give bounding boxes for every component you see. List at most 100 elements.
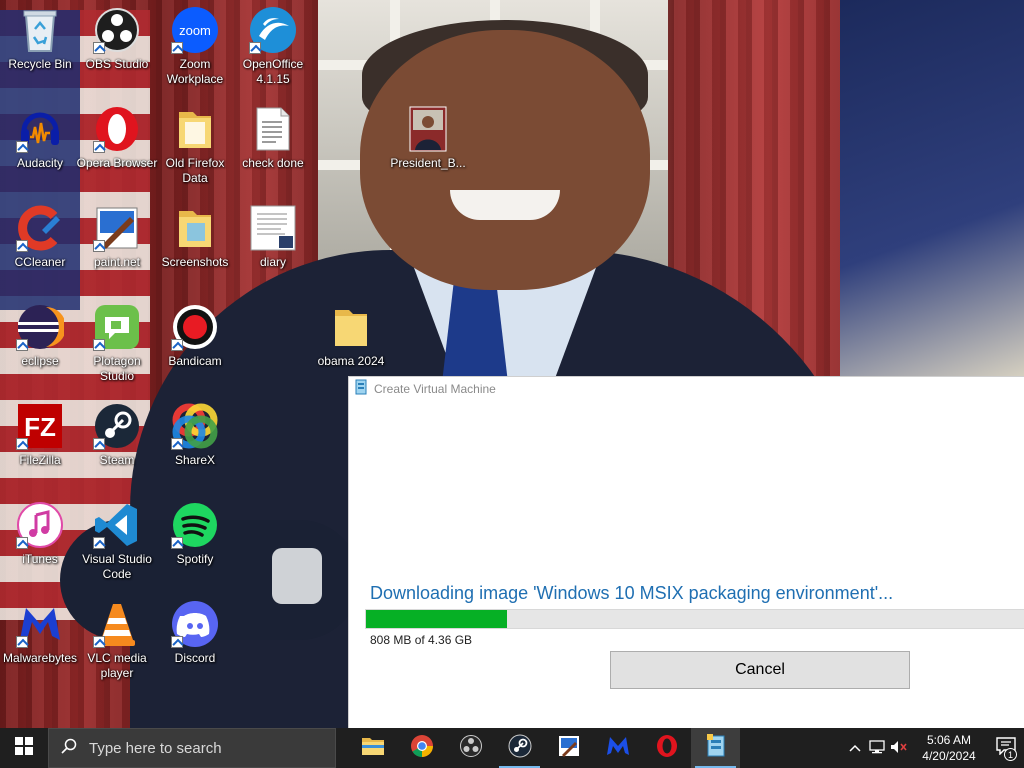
desktop-icon-label: Spotify — [176, 552, 214, 566]
desktop-icon-vscode[interactable]: Visual Studio Code — [77, 501, 157, 582]
recycle-bin-icon — [16, 6, 64, 54]
taskbar-paintnet[interactable] — [544, 728, 593, 768]
search-icon — [61, 738, 77, 758]
hyperv-icon — [355, 379, 367, 399]
desktop-icon-vlc[interactable]: VLC media player — [77, 600, 157, 681]
document-icon — [249, 204, 297, 252]
taskbar-clock[interactable]: 5:06 AM 4/20/2024 — [910, 732, 988, 764]
taskbar-search-box[interactable]: Type here to search — [48, 728, 336, 768]
desktop-icon-filezilla[interactable]: FZ FileZilla — [0, 402, 80, 468]
desktop-icon-openoffice[interactable]: OpenOffice 4.1.15 — [233, 6, 313, 87]
search-placeholder: Type here to search — [89, 739, 222, 757]
chrome-icon — [410, 734, 434, 762]
desktop-icon-bandicam[interactable]: Bandicam — [155, 303, 235, 369]
svg-text:zoom: zoom — [179, 23, 211, 38]
dialog-titlebar[interactable]: Create Virtual Machine — [349, 377, 1024, 401]
steam-icon — [93, 402, 141, 450]
cancel-button[interactable]: Cancel — [610, 651, 910, 689]
desktop-icon-obs-studio[interactable]: OBS Studio — [77, 6, 157, 72]
opera-icon — [93, 105, 141, 153]
vscode-icon — [93, 501, 141, 549]
desktop-icon-eclipse[interactable]: eclipse — [0, 303, 80, 369]
system-tray: 5:06 AM 4/20/2024 1 — [844, 728, 1024, 768]
network-icon — [869, 739, 885, 757]
clock-time: 5:06 AM — [926, 733, 972, 747]
taskbar-file-explorer[interactable] — [348, 728, 397, 768]
taskbar-hyperv-quick-create[interactable] — [691, 728, 740, 768]
desktop-icon-label: Screenshots — [161, 255, 229, 269]
sharex-icon — [171, 402, 219, 450]
show-hidden-icons-button[interactable] — [844, 728, 866, 768]
desktop-icon-screenshots[interactable]: Screenshots — [155, 204, 235, 270]
download-size-text: 808 MB of 4.36 GB — [370, 633, 473, 647]
desktop-icon-label: Malwarebytes — [2, 651, 78, 665]
obs-studio-icon — [93, 6, 141, 54]
desktop-icon-old-firefox-data[interactable]: Old Firefox Data — [155, 105, 235, 186]
folder-icon — [171, 204, 219, 252]
taskbar: Type here to search 5:06 AM 4/20/2024 1 — [0, 728, 1024, 768]
desktop-icon-malwarebytes[interactable]: Malwarebytes — [0, 600, 80, 666]
malwarebytes-icon — [606, 735, 630, 761]
taskbar-chrome[interactable] — [397, 728, 446, 768]
start-button[interactable] — [0, 728, 48, 768]
taskbar-malwarebytes[interactable] — [593, 728, 642, 768]
desktop-icon-paintnet[interactable]: paint.net — [77, 204, 157, 270]
paintnet-icon — [93, 204, 141, 252]
folder-icon — [171, 105, 219, 153]
desktop-icon-label: obama 2024 — [317, 354, 385, 368]
dialog-title: Create Virtual Machine — [374, 382, 496, 396]
desktop-icon-label: check done — [242, 156, 304, 170]
desktop-icon-plotagon[interactable]: Plotagon Studio — [77, 303, 157, 384]
desktop-icon-president-image[interactable]: President_B... — [388, 105, 468, 171]
desktop-icon-sharex[interactable]: ShareX — [155, 402, 235, 468]
desktop-icon-audacity[interactable]: Audacity — [0, 105, 80, 171]
download-progress-bar — [365, 609, 1024, 629]
desktop-icon-label: Old Firefox Data — [165, 156, 225, 185]
bandicam-icon — [171, 303, 219, 351]
desktop-icon-recycle-bin[interactable]: Recycle Bin — [0, 6, 80, 72]
download-status-text: Downloading image 'Windows 10 MSIX packa… — [370, 583, 894, 603]
desktop-icon-obama-2024[interactable]: obama 2024 — [311, 303, 391, 369]
desktop-icon-spotify[interactable]: Spotify — [155, 501, 235, 567]
taskbar-opera[interactable] — [642, 728, 691, 768]
desktop-icon-zoom[interactable]: zoom Zoom Workplace — [155, 6, 235, 87]
desktop-icon-opera[interactable]: Opera Browser — [77, 105, 157, 171]
chevron-up-icon — [849, 741, 861, 755]
taskbar-steam[interactable] — [495, 728, 544, 768]
desktop-icon-label: Visual Studio Code — [82, 552, 152, 581]
audacity-icon — [16, 105, 64, 153]
desktop-icon-label: Audacity — [16, 156, 64, 170]
desktop-icon-check-done[interactable]: check done — [233, 105, 313, 171]
opera-icon — [656, 734, 678, 762]
clock-date: 4/20/2024 — [922, 749, 976, 763]
wallpaper-flag-right — [840, 0, 1024, 380]
windows-logo-icon — [15, 737, 33, 759]
action-center-button[interactable]: 1 — [988, 728, 1024, 768]
volume-button[interactable] — [888, 728, 910, 768]
desktop-icon-discord[interactable]: Discord — [155, 600, 235, 666]
desktop-icon-label: Recycle Bin — [8, 57, 72, 71]
image-file-icon — [404, 105, 452, 153]
create-vm-dialog: Create Virtual Machine Downloading image… — [348, 376, 1024, 728]
desktop-icon-steam[interactable]: Steam — [77, 402, 157, 468]
malwarebytes-icon — [16, 600, 64, 648]
ccleaner-icon — [16, 204, 64, 252]
desktop-icon-label: VLC media player — [87, 651, 147, 680]
taskbar-obs-studio[interactable] — [446, 728, 495, 768]
notification-count-badge: 1 — [1004, 748, 1017, 761]
desktop-icon-itunes[interactable]: iTunes — [0, 501, 80, 567]
eclipse-icon — [16, 303, 64, 351]
itunes-icon — [16, 501, 64, 549]
zoom-icon: zoom — [171, 6, 219, 54]
download-progress-fill — [366, 610, 508, 628]
network-status-button[interactable] — [866, 728, 888, 768]
desktop-icon-label: Discord — [174, 651, 216, 665]
shortcut-arrow-icon — [93, 42, 105, 54]
spotify-icon — [171, 501, 219, 549]
paintnet-icon — [558, 735, 580, 761]
desktop-icon-label: paint.net — [93, 255, 141, 269]
desktop-icon-diary[interactable]: diary — [233, 204, 313, 270]
desktop-icon-label: iTunes — [22, 552, 58, 566]
desktop-icon-label: Zoom Workplace — [166, 57, 224, 86]
desktop-icon-ccleaner[interactable]: CCleaner — [0, 204, 80, 270]
